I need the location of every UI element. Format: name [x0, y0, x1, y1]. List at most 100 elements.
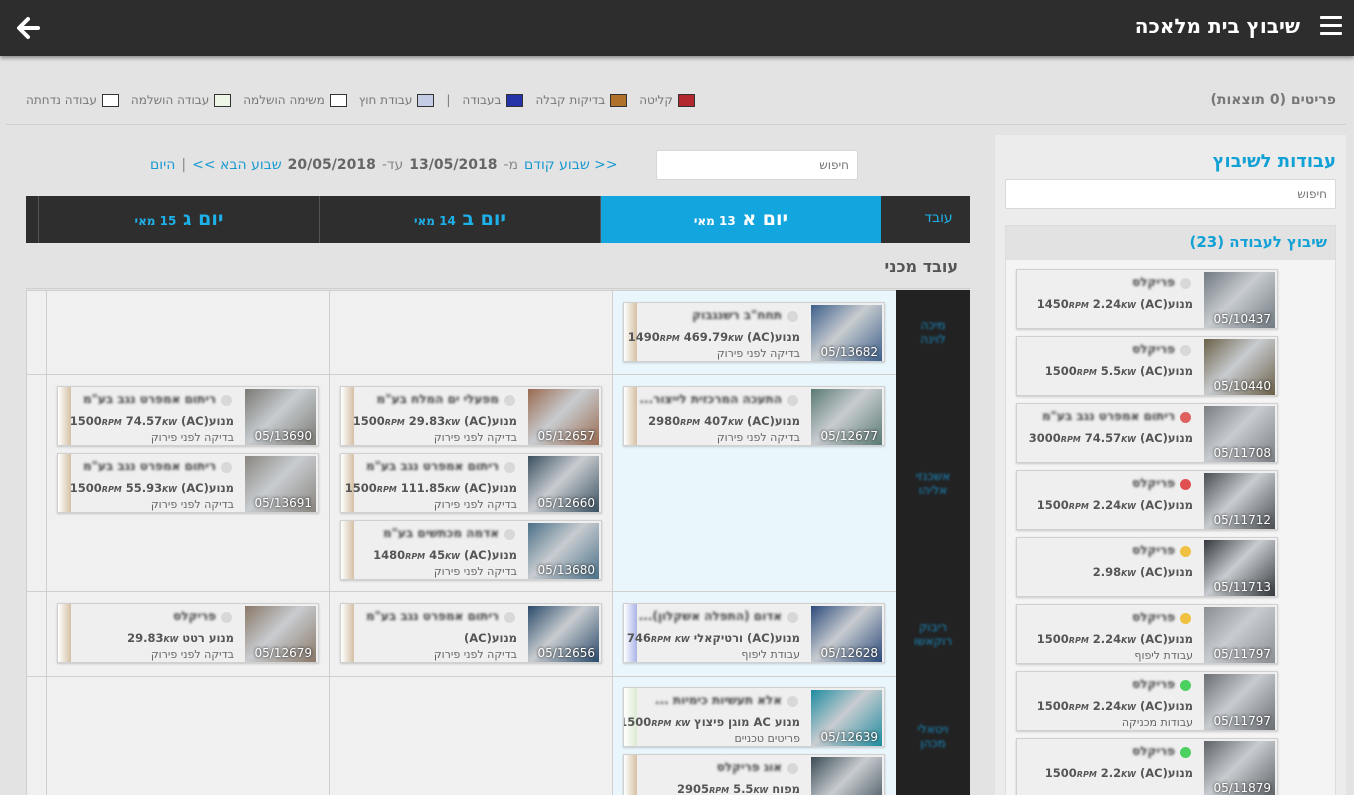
customer-name: אדמה מכתשים בע"מ	[383, 526, 499, 540]
legend-swatch	[610, 93, 628, 107]
today-link[interactable]: היום	[150, 157, 175, 173]
day-header-mon[interactable]: יום ב 14 מאי	[319, 196, 600, 243]
motor-spec: מנוע(AC) 3000RPM 74.57KW	[1028, 431, 1193, 445]
day-header-sun[interactable]: יום א 13 מאי	[600, 196, 881, 243]
legend-swatch	[329, 93, 347, 107]
job-card[interactable]: 05/12628 אדום (התפלה אשקלון)... מנוע(AC) ו…	[623, 603, 885, 663]
status-dot-icon	[787, 395, 798, 406]
next-week-link[interactable]: שבוע הבא >>	[192, 157, 282, 173]
job-id: 05/12679	[254, 646, 313, 660]
customer-name: פריקלס	[173, 609, 216, 623]
motor-photo: 05/13691	[245, 456, 316, 512]
job-card[interactable]: 05/11708 ריתום אמפרט נגב בע"מ מנוע(AC) 300…	[1016, 403, 1278, 463]
legend-item: עבודה נדחתה	[26, 93, 119, 107]
status-dot-icon	[1180, 613, 1191, 624]
worker-name: ויטאלי מכהן	[896, 676, 970, 795]
job-card[interactable]: 05/13682 תחח"ב רשנגבוק מנוע(AC) 1490RPM 46…	[623, 302, 885, 362]
status-dot-icon	[221, 612, 232, 623]
motor-photo: 05/11797	[1204, 674, 1275, 730]
job-card[interactable]: 05/13680 אדמה מכתשים בע"מ מנוע(AC) 1480RPM…	[340, 520, 602, 580]
job-card[interactable]: 05/12639 אלא תעשיות כימיות ... מנוע AC מוג…	[623, 687, 885, 747]
legend-swatch	[506, 93, 524, 107]
motor-spec: מפוח 2905RPM 5.5KW	[677, 782, 800, 795]
customer-name: פריקלס	[1132, 744, 1175, 758]
sidebar-search-input[interactable]	[1005, 179, 1336, 209]
job-card[interactable]: 05/13690 ריתום אמפרט נגב בע"מ מנוע(AC) 150…	[57, 386, 319, 446]
job-card[interactable]: 05/12640 אוג פריקלס מפוח 2905RPM 5.5KW	[623, 754, 885, 795]
customer-name: תחח"ב רשנגבוק	[692, 308, 782, 322]
job-card[interactable]: 05/12679 פריקלס מנוע רטט 29.83KW בדיקה לפני…	[57, 603, 319, 663]
job-card[interactable]: 05/11797 פריקלס מנוע(AC) 1500RPM 2.24KW עבו…	[1016, 604, 1278, 664]
assign-panel: שיבוץ לעבודה (23) 05/10437 פריקלס מנוע(AC)…	[1005, 225, 1336, 795]
motor-spec: מנוע(AC) 2980RPM 407KW	[648, 414, 800, 428]
motor-spec: מנוע(AC)	[463, 631, 517, 645]
job-id: 05/11712	[1213, 513, 1272, 527]
legend-item: משימה הושלמה	[243, 93, 347, 107]
legend-item: קליטה	[639, 93, 695, 107]
motor-spec: מנוע(AC) 1500RPM 2.24KW	[1036, 699, 1193, 713]
legend-item: בדיקות קבלה	[535, 93, 628, 107]
motor-spec: מנוע AC מוגן פיצוץ 1500RPM KW	[624, 715, 800, 729]
motor-photo: 05/12677	[811, 389, 882, 445]
motor-photo: 05/13682	[811, 305, 882, 361]
day-header-tue[interactable]: יום ג 15 מאי	[38, 196, 319, 243]
menu-icon[interactable]	[1320, 16, 1342, 38]
job-id: 05/10437	[1213, 312, 1272, 326]
from-date: 13/05/2018	[409, 157, 498, 173]
customer-name: ריתום אמפרט נגב בע"מ	[365, 459, 499, 473]
customer-name: ריתום אמפרט נגב בע"מ	[1041, 409, 1175, 423]
job-card[interactable]: 05/10437 פריקלס מנוע(AC) 1450RPM 2.24KW	[1016, 269, 1278, 329]
status-dot-icon	[787, 612, 798, 623]
customer-name: פריקלס	[1132, 610, 1175, 624]
legend-label: |	[446, 93, 451, 107]
customer-name: ריתום אמפרט נגב בע"מ	[365, 609, 499, 623]
top-bar: שיבוץ בית מלאכה	[0, 0, 1354, 56]
back-arrow-icon[interactable]	[14, 14, 42, 42]
separator: |	[181, 157, 187, 173]
job-card[interactable]: 05/11879 פריקלס מנוע(AC) 1500RPM 2.2KW	[1016, 738, 1278, 795]
legend-label: קליטה	[639, 93, 673, 107]
status-dot-icon	[787, 311, 798, 322]
motor-spec: מנוע(AC) 1500RPM 2.24KW	[1036, 632, 1193, 646]
schedule-search-input[interactable]	[656, 150, 858, 180]
status-legend: קליטה בדיקות קבלה בעבודה | עבודת חוץ משימה הו…	[26, 93, 726, 107]
job-card[interactable]: 05/12677 התעכה המרכזית לייצור... מנוע(AC) …	[623, 386, 885, 446]
job-card[interactable]: 05/11712 פריקלס מנוע(AC) 1500RPM 2.24KW	[1016, 470, 1278, 530]
worker-group-header: עובד מכני	[26, 243, 970, 289]
job-card[interactable]: 05/12657 מפעלי ים המלח בע"מ מנוע(AC) 1500R…	[340, 386, 602, 446]
job-card[interactable]: 05/11713 פריקלס מנוע(AC) 2.98KW	[1016, 537, 1278, 597]
job-card[interactable]: 05/10440 פריקלס מנוע(AC) 1500RPM 5.5KW	[1016, 336, 1278, 396]
divider	[6, 124, 1346, 125]
job-status: עבודת ליפוף	[1134, 649, 1193, 662]
sidebar-title: עבודות לשיבוץ	[1212, 151, 1336, 172]
motor-spec: מנוע(AC) 1500RPM 74.57KW	[69, 414, 234, 428]
status-dot-icon	[504, 462, 515, 473]
job-id: 05/11708	[1213, 446, 1272, 460]
job-status: בדיקה לפני פירוק	[150, 498, 234, 511]
motor-spec: מנוע(AC) ורטיקאלי 746RPM KW	[626, 631, 800, 645]
status-dot-icon	[221, 395, 232, 406]
motor-spec: מנוע(AC) 1500RPM 2.2KW	[1044, 766, 1193, 780]
motor-photo: 05/12628	[811, 606, 882, 662]
status-dot-icon	[787, 696, 798, 707]
job-card[interactable]: 05/12656 ריתום אמפרט נגב בע"מ מנוע(AC) בדי…	[340, 603, 602, 663]
unscheduled-jobs-sidebar: עבודות לשיבוץ שיבוץ לעבודה (23) 05/10437…	[995, 135, 1346, 795]
page-title: שיבוץ בית מלאכה	[1134, 14, 1300, 38]
job-id: 05/11879	[1213, 781, 1272, 795]
status-dot-icon	[1180, 345, 1191, 356]
legend-item: |	[446, 93, 450, 107]
job-card[interactable]: 05/12660 ריתום אמפרט נגב בע"מ מנוע(AC) 150…	[340, 453, 602, 513]
job-status: פריטים טכניים	[734, 732, 800, 745]
legend-swatch	[101, 93, 119, 107]
motor-photo: 05/11712	[1204, 473, 1275, 529]
day-header-bar: עובד יום א 13 מאי יום ב 14 מאי יום ג 15 …	[26, 196, 970, 243]
job-status: בדיקה לפני פירוק	[716, 431, 800, 444]
legend-swatch	[417, 93, 435, 107]
customer-name: ריתום אמפרט נגב בע"מ	[82, 459, 216, 473]
job-card[interactable]: 05/11797 פריקלס מנוע(AC) 1500RPM 2.24KW עבו…	[1016, 671, 1278, 731]
customer-name: פריקלס	[1132, 677, 1175, 691]
motor-photo: 05/12640	[811, 757, 882, 795]
job-card[interactable]: 05/13691 ריתום אמפרט נגב בע"מ מנוע(AC) 150…	[57, 453, 319, 513]
prev-week-link[interactable]: << שבוע קודם	[524, 157, 618, 173]
customer-name: אדום (התפלה אשקלון)...	[638, 609, 782, 623]
